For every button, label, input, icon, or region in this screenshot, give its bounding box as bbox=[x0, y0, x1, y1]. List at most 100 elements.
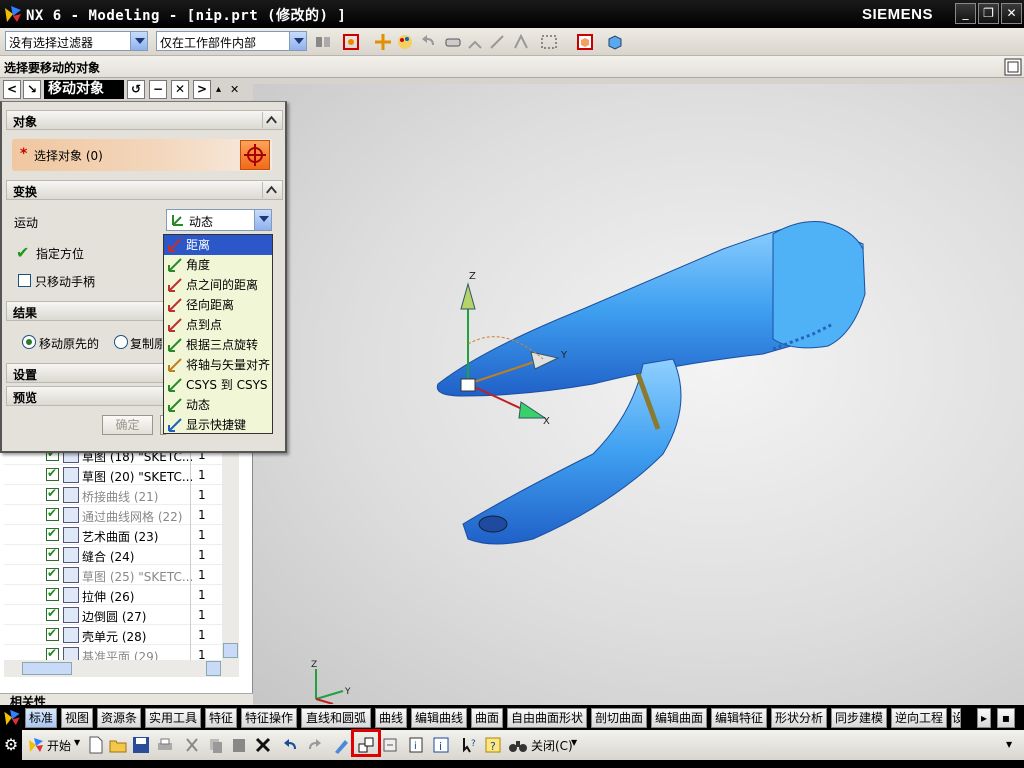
ribbon-tab[interactable]: 特征 bbox=[205, 708, 237, 728]
motion-option[interactable]: 显示快捷键 bbox=[164, 415, 272, 435]
motion-option[interactable]: 径向距离 bbox=[164, 295, 272, 315]
collapse-icon[interactable] bbox=[262, 182, 280, 198]
motion-option[interactable]: 点之间的距离 bbox=[164, 275, 272, 295]
copy-icon[interactable] bbox=[207, 736, 225, 754]
close-tab-icon[interactable]: ✕ bbox=[230, 83, 239, 96]
visibility-checkbox[interactable] bbox=[46, 586, 59, 601]
ribbon-tab[interactable]: 实用工具 bbox=[145, 708, 201, 728]
ribbon-tab[interactable]: 标准 bbox=[25, 708, 57, 728]
scroll-right-button[interactable] bbox=[206, 661, 221, 676]
select-object-row[interactable]: * 选择对象 (0) bbox=[12, 139, 272, 171]
ribbon-tab[interactable]: 视图 bbox=[61, 708, 93, 728]
start-menu[interactable]: 开始 bbox=[47, 737, 71, 754]
visibility-checkbox[interactable] bbox=[46, 606, 59, 621]
cursor-location-icon[interactable] bbox=[374, 33, 392, 51]
tab-next-button[interactable]: > bbox=[193, 80, 211, 99]
chevron-down-icon[interactable]: ▼ bbox=[571, 738, 577, 747]
layer-settings-icon[interactable] bbox=[381, 736, 399, 754]
scroll-thumb[interactable] bbox=[22, 662, 72, 675]
motion-option[interactable]: CSYS 到 CSYS bbox=[164, 375, 272, 395]
maximize-graphics-icon[interactable] bbox=[1004, 58, 1022, 76]
ok-button[interactable]: 确定 bbox=[102, 415, 153, 435]
eraser-icon[interactable] bbox=[444, 33, 462, 51]
tree-row[interactable]: 桥接曲线 (21) 1 bbox=[4, 485, 239, 505]
move-handle-only-checkbox[interactable] bbox=[18, 274, 31, 287]
tree-row[interactable]: 草图 (25) "SKETC... 1 bbox=[4, 565, 239, 585]
body-select-icon[interactable] bbox=[576, 33, 594, 51]
vector-constructor-icon[interactable] bbox=[488, 33, 506, 51]
visibility-checkbox[interactable] bbox=[46, 486, 59, 501]
motion-option[interactable]: 点到点 bbox=[164, 315, 272, 335]
motion-dropdown[interactable]: 动态 bbox=[166, 209, 272, 231]
chevron-down-icon[interactable]: ▼ bbox=[74, 738, 80, 747]
ribbon-tab[interactable]: 直线和圆弧 bbox=[301, 708, 371, 728]
ribbon-tab[interactable]: 编辑曲线 bbox=[411, 708, 467, 728]
help-icon[interactable]: ? bbox=[484, 736, 502, 754]
ribbon-tab[interactable]: 自由曲面形状 bbox=[507, 708, 587, 728]
graphics-viewport[interactable]: Z X Y Z Y bbox=[253, 84, 1024, 704]
tree-row[interactable]: 壳单元 (28) 1 bbox=[4, 625, 239, 645]
preview-group-header[interactable]: 预览 bbox=[6, 386, 164, 406]
move-object-tab-icon[interactable]: ↘ bbox=[23, 80, 41, 99]
gear-icon[interactable]: ⚙ bbox=[0, 730, 22, 760]
info-object-icon[interactable]: i bbox=[407, 736, 425, 754]
vertical-scrollbar[interactable] bbox=[222, 445, 239, 660]
paste-icon[interactable] bbox=[230, 736, 248, 754]
visibility-checkbox[interactable] bbox=[46, 506, 59, 521]
motion-option[interactable]: 角度 bbox=[164, 255, 272, 275]
type-filter-icon[interactable] bbox=[314, 33, 332, 51]
motion-option[interactable]: 距离 bbox=[164, 235, 272, 255]
related-section[interactable]: 相关性 bbox=[0, 693, 253, 709]
reset-icon[interactable]: ↺ bbox=[127, 80, 145, 99]
info-icon[interactable]: i bbox=[432, 736, 450, 754]
object-group-header[interactable]: 对象 bbox=[6, 110, 283, 130]
palette-icon[interactable] bbox=[396, 33, 414, 51]
ribbon-tab[interactable]: 形状分析 bbox=[771, 708, 827, 728]
tree-row[interactable]: 边倒圆 (27) 1 bbox=[4, 605, 239, 625]
motion-option[interactable]: 根据三点旋转 bbox=[164, 335, 272, 355]
edit-object-icon[interactable] bbox=[333, 736, 351, 754]
new-file-icon[interactable] bbox=[88, 736, 104, 754]
tree-row[interactable]: 艺术曲面 (23) 1 bbox=[4, 525, 239, 545]
save-icon[interactable] bbox=[132, 736, 150, 754]
scroll-down-button[interactable] bbox=[223, 643, 238, 658]
tree-row[interactable]: 草图 (20) "SKETC... 1 bbox=[4, 465, 239, 485]
copy-original-radio[interactable] bbox=[114, 335, 128, 349]
cut-icon[interactable] bbox=[183, 736, 201, 754]
minimize-dialog-icon[interactable]: − bbox=[149, 80, 167, 99]
toolbar-options-icon[interactable]: ▼ bbox=[1006, 740, 1012, 749]
undo-icon[interactable] bbox=[282, 736, 300, 754]
horizontal-scrollbar[interactable] bbox=[4, 660, 239, 677]
close-dialog-icon[interactable]: ✕ bbox=[171, 80, 189, 99]
ribbon-tab[interactable]: 编辑特征 bbox=[711, 708, 767, 728]
tabs-more-button[interactable]: ▸ bbox=[977, 708, 991, 728]
select-object-button[interactable] bbox=[240, 140, 270, 170]
print-icon[interactable] bbox=[156, 736, 174, 754]
ribbon-tab[interactable]: 同步建模 bbox=[831, 708, 887, 728]
visibility-checkbox[interactable] bbox=[46, 566, 59, 581]
rectangle-select-icon[interactable] bbox=[540, 33, 558, 51]
selection-filter-dropdown[interactable]: 没有选择过滤器 bbox=[5, 31, 148, 51]
motion-option[interactable]: 动态 bbox=[164, 395, 272, 415]
tab-prev-button[interactable]: < bbox=[3, 80, 21, 99]
visibility-checkbox[interactable] bbox=[46, 466, 59, 481]
result-group-header[interactable]: 结果 bbox=[6, 301, 164, 321]
ribbon-tab[interactable]: 编辑曲面 bbox=[651, 708, 707, 728]
collapse-icon[interactable] bbox=[262, 112, 280, 128]
redo-icon[interactable] bbox=[305, 736, 323, 754]
open-folder-icon[interactable] bbox=[109, 736, 127, 754]
tree-row[interactable]: 拉伸 (26) 1 bbox=[4, 585, 239, 605]
close-window-button[interactable]: ✕ bbox=[1001, 3, 1022, 24]
ribbon-tab[interactable]: 资源条 bbox=[97, 708, 141, 728]
minimize-button[interactable]: _ bbox=[955, 3, 976, 24]
whats-this-icon[interactable]: ? bbox=[461, 736, 479, 754]
tree-row[interactable]: 通过曲线网格 (22) 1 bbox=[4, 505, 239, 525]
plane-constructor-icon[interactable] bbox=[512, 33, 530, 51]
binoculars-icon[interactable] bbox=[508, 736, 528, 754]
shaded-cube-icon[interactable] bbox=[606, 33, 624, 51]
restore-button[interactable]: ❐ bbox=[978, 3, 999, 24]
point-constructor-icon[interactable] bbox=[466, 33, 484, 51]
ribbon-tab[interactable]: 设 bbox=[951, 708, 961, 728]
pin-icon[interactable]: ▴ bbox=[216, 84, 221, 95]
visibility-checkbox[interactable] bbox=[46, 626, 59, 641]
